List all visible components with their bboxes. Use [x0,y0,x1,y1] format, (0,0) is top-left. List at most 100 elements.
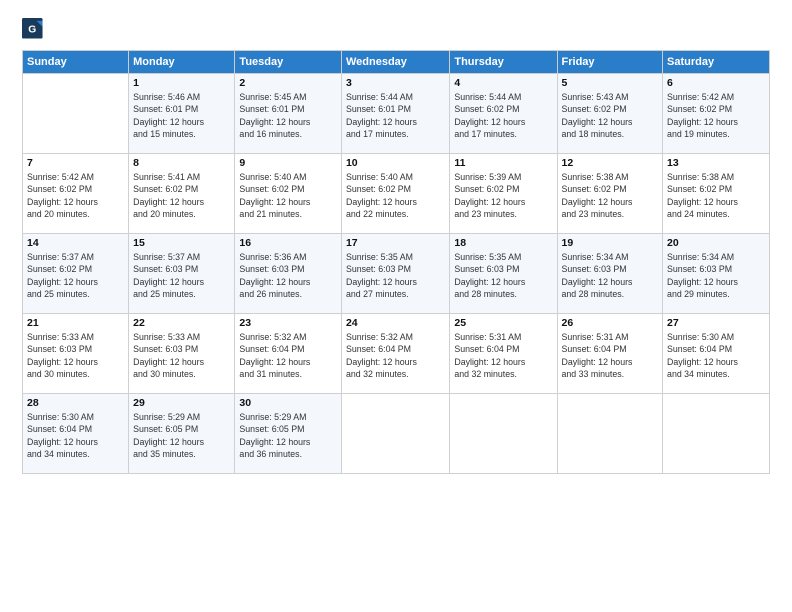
day-number: 29 [133,397,230,409]
day-number: 6 [667,77,765,89]
day-number: 3 [346,77,445,89]
day-cell: 24 Sunrise: 5:32 AMSunset: 6:04 PMDayligh… [341,314,449,394]
day-number: 26 [562,317,659,329]
day-info: Sunrise: 5:46 AMSunset: 6:01 PMDaylight:… [133,91,230,140]
day-info: Sunrise: 5:37 AMSunset: 6:02 PMDaylight:… [27,251,124,300]
day-cell [450,394,557,474]
day-number: 23 [239,317,337,329]
day-number: 1 [133,77,230,89]
day-info: Sunrise: 5:38 AMSunset: 6:02 PMDaylight:… [562,171,659,220]
day-info: Sunrise: 5:41 AMSunset: 6:02 PMDaylight:… [133,171,230,220]
day-number: 25 [454,317,552,329]
day-cell: 26 Sunrise: 5:31 AMSunset: 6:04 PMDayligh… [557,314,663,394]
day-info: Sunrise: 5:42 AMSunset: 6:02 PMDaylight:… [27,171,124,220]
day-info: Sunrise: 5:31 AMSunset: 6:04 PMDaylight:… [454,331,552,380]
day-cell: 19 Sunrise: 5:34 AMSunset: 6:03 PMDayligh… [557,234,663,314]
day-cell [23,74,129,154]
day-cell: 18 Sunrise: 5:35 AMSunset: 6:03 PMDayligh… [450,234,557,314]
day-info: Sunrise: 5:29 AMSunset: 6:05 PMDaylight:… [133,411,230,460]
week-row-2: 7 Sunrise: 5:42 AMSunset: 6:02 PMDaylight… [23,154,770,234]
col-header-saturday: Saturday [663,51,770,74]
header: G [22,18,770,40]
day-number: 8 [133,157,230,169]
page: G SundayMondayTuesdayWednesdayThursdayFr… [0,0,792,612]
col-header-monday: Monday [129,51,235,74]
day-info: Sunrise: 5:34 AMSunset: 6:03 PMDaylight:… [562,251,659,300]
day-number: 7 [27,157,124,169]
day-cell [341,394,449,474]
day-info: Sunrise: 5:30 AMSunset: 6:04 PMDaylight:… [27,411,124,460]
day-info: Sunrise: 5:39 AMSunset: 6:02 PMDaylight:… [454,171,552,220]
day-info: Sunrise: 5:31 AMSunset: 6:04 PMDaylight:… [562,331,659,380]
day-cell [557,394,663,474]
day-cell: 4 Sunrise: 5:44 AMSunset: 6:02 PMDaylight… [450,74,557,154]
day-cell: 29 Sunrise: 5:29 AMSunset: 6:05 PMDayligh… [129,394,235,474]
day-number: 9 [239,157,337,169]
day-number: 2 [239,77,337,89]
day-info: Sunrise: 5:43 AMSunset: 6:02 PMDaylight:… [562,91,659,140]
week-row-5: 28 Sunrise: 5:30 AMSunset: 6:04 PMDayligh… [23,394,770,474]
day-number: 28 [27,397,124,409]
day-cell: 1 Sunrise: 5:46 AMSunset: 6:01 PMDaylight… [129,74,235,154]
day-cell: 16 Sunrise: 5:36 AMSunset: 6:03 PMDayligh… [235,234,342,314]
week-row-4: 21 Sunrise: 5:33 AMSunset: 6:03 PMDayligh… [23,314,770,394]
day-cell: 7 Sunrise: 5:42 AMSunset: 6:02 PMDaylight… [23,154,129,234]
day-cell: 27 Sunrise: 5:30 AMSunset: 6:04 PMDayligh… [663,314,770,394]
day-cell: 9 Sunrise: 5:40 AMSunset: 6:02 PMDaylight… [235,154,342,234]
day-cell [663,394,770,474]
day-number: 20 [667,237,765,249]
week-row-3: 14 Sunrise: 5:37 AMSunset: 6:02 PMDayligh… [23,234,770,314]
day-cell: 20 Sunrise: 5:34 AMSunset: 6:03 PMDayligh… [663,234,770,314]
day-info: Sunrise: 5:37 AMSunset: 6:03 PMDaylight:… [133,251,230,300]
day-cell: 14 Sunrise: 5:37 AMSunset: 6:02 PMDayligh… [23,234,129,314]
day-cell: 25 Sunrise: 5:31 AMSunset: 6:04 PMDayligh… [450,314,557,394]
day-info: Sunrise: 5:35 AMSunset: 6:03 PMDaylight:… [346,251,445,300]
day-number: 16 [239,237,337,249]
day-number: 27 [667,317,765,329]
logo-icon: G [22,18,44,40]
logo: G [22,18,48,40]
day-number: 21 [27,317,124,329]
day-cell: 8 Sunrise: 5:41 AMSunset: 6:02 PMDaylight… [129,154,235,234]
calendar-table: SundayMondayTuesdayWednesdayThursdayFrid… [22,50,770,474]
day-info: Sunrise: 5:32 AMSunset: 6:04 PMDaylight:… [346,331,445,380]
day-info: Sunrise: 5:33 AMSunset: 6:03 PMDaylight:… [133,331,230,380]
day-cell: 10Sunrise: 5:40 AMSunset: 6:02 PMDayligh… [341,154,449,234]
day-info: Sunrise: 5:40 AMSunset: 6:02 PMDaylight:… [239,171,337,220]
day-cell: 12Sunrise: 5:38 AMSunset: 6:02 PMDayligh… [557,154,663,234]
day-number: 19 [562,237,659,249]
day-cell: 11 Sunrise: 5:39 AMSunset: 6:02 PMDayligh… [450,154,557,234]
day-info: Sunrise: 5:29 AMSunset: 6:05 PMDaylight:… [239,411,337,460]
day-number: 4 [454,77,552,89]
col-header-sunday: Sunday [23,51,129,74]
calendar-header-row: SundayMondayTuesdayWednesdayThursdayFrid… [23,51,770,74]
day-number: 14 [27,237,124,249]
day-info: Sunrise: 5:44 AMSunset: 6:02 PMDaylight:… [454,91,552,140]
col-header-tuesday: Tuesday [235,51,342,74]
day-info: Sunrise: 5:30 AMSunset: 6:04 PMDaylight:… [667,331,765,380]
day-cell: 2 Sunrise: 5:45 AMSunset: 6:01 PMDaylight… [235,74,342,154]
day-number: 18 [454,237,552,249]
day-number: 24 [346,317,445,329]
day-number: 17 [346,237,445,249]
day-cell: 22Sunrise: 5:33 AMSunset: 6:03 PMDayligh… [129,314,235,394]
day-number: 11 [454,157,552,169]
col-header-friday: Friday [557,51,663,74]
col-header-wednesday: Wednesday [341,51,449,74]
day-info: Sunrise: 5:44 AMSunset: 6:01 PMDaylight:… [346,91,445,140]
day-info: Sunrise: 5:38 AMSunset: 6:02 PMDaylight:… [667,171,765,220]
day-info: Sunrise: 5:36 AMSunset: 6:03 PMDaylight:… [239,251,337,300]
day-info: Sunrise: 5:45 AMSunset: 6:01 PMDaylight:… [239,91,337,140]
day-info: Sunrise: 5:40 AMSunset: 6:02 PMDaylight:… [346,171,445,220]
day-number: 15 [133,237,230,249]
day-cell: 13 Sunrise: 5:38 AMSunset: 6:02 PMDayligh… [663,154,770,234]
col-header-thursday: Thursday [450,51,557,74]
day-cell: 5Sunrise: 5:43 AMSunset: 6:02 PMDaylight… [557,74,663,154]
day-cell: 6Sunrise: 5:42 AMSunset: 6:02 PMDaylight… [663,74,770,154]
day-number: 30 [239,397,337,409]
day-info: Sunrise: 5:34 AMSunset: 6:03 PMDaylight:… [667,251,765,300]
day-number: 13 [667,157,765,169]
day-info: Sunrise: 5:35 AMSunset: 6:03 PMDaylight:… [454,251,552,300]
svg-text:G: G [28,25,36,36]
day-cell: 15 Sunrise: 5:37 AMSunset: 6:03 PMDayligh… [129,234,235,314]
